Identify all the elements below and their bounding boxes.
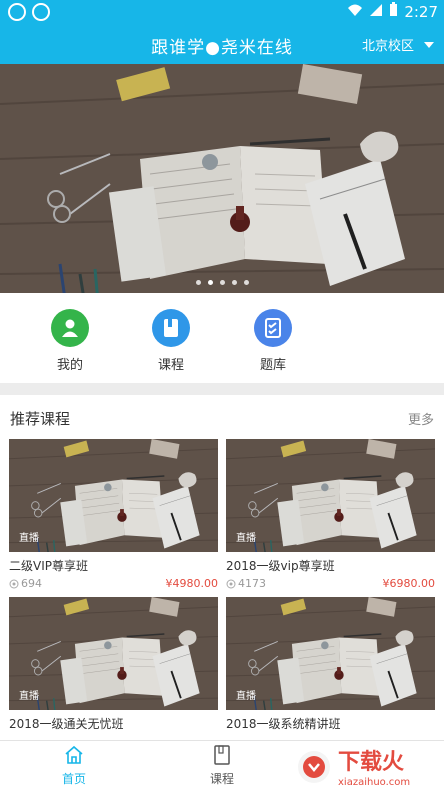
chevron-down-icon: [424, 41, 434, 48]
course-thumbnail: 直播: [226, 439, 435, 552]
eye-icon: [226, 579, 236, 588]
question-bank-icon: [254, 309, 292, 347]
live-badge: 直播: [236, 691, 256, 702]
course-name: 2018一级系统精讲班: [226, 717, 341, 731]
quick-item-course[interactable]: 课程: [131, 309, 211, 373]
carousel-dot[interactable]: [207, 280, 213, 285]
recommended-section: 推荐课程 更多 直播 二级VIP尊享班 694 ¥4980.00 直播 2018…: [0, 395, 444, 740]
home-icon: [65, 745, 83, 764]
course-card[interactable]: 直播 二级VIP尊享班 694 ¥4980.00: [9, 439, 218, 593]
status-bar: 2:27: [0, 0, 444, 24]
watermark-domain: xiazaihuo.com: [338, 777, 410, 788]
quick-item-label: 课程: [157, 358, 184, 373]
user-icon: [51, 309, 89, 347]
battery-icon: [389, 2, 398, 21]
course-thumbnail: 直播: [9, 597, 218, 710]
view-count: 4173: [226, 577, 266, 590]
view-count-value: 4173: [238, 577, 266, 590]
nav-label: 首页: [61, 772, 86, 786]
view-count-value: 694: [21, 577, 42, 590]
book-icon: [152, 309, 190, 347]
course-book-icon: [214, 745, 230, 765]
carousel-dot[interactable]: [195, 280, 201, 285]
course-card[interactable]: 直播 2018一级通关无忧班: [9, 597, 218, 732]
notification-icon: [32, 3, 50, 21]
quick-item-question-bank[interactable]: 题库: [233, 309, 313, 373]
live-badge: 直播: [236, 533, 256, 544]
carousel-dot[interactable]: [231, 280, 237, 285]
quick-item-label: 我的: [56, 358, 83, 373]
signal-icon: [369, 3, 383, 21]
course-price: ¥4980.00: [165, 577, 219, 590]
campus-label: 北京校区: [361, 39, 414, 54]
nav-course[interactable]: 课程: [187, 745, 257, 787]
course-name: 2018一级通关无忧班: [9, 717, 124, 731]
app-bar: 跟谁学●尧米在线 北京校区: [0, 24, 444, 64]
nav-label: 课程: [209, 772, 234, 786]
view-count: 694: [9, 577, 42, 590]
banner-carousel[interactable]: [0, 64, 444, 293]
quick-item-label: 题库: [259, 358, 286, 373]
course-thumbnail: 直播: [226, 597, 435, 710]
watermark-brand: 下载火: [338, 749, 404, 775]
status-system: 2:27: [347, 2, 438, 21]
more-link[interactable]: 更多: [408, 409, 434, 428]
live-badge: 直播: [19, 691, 39, 702]
carousel-dot[interactable]: [243, 280, 249, 285]
quick-menu: 我的 课程 题库: [0, 293, 444, 383]
section-title: 推荐课程: [10, 410, 71, 428]
status-time: 2:27: [404, 2, 438, 21]
bottom-nav: 首页 课程 下载火 xiazaihuo.com: [0, 740, 444, 790]
watermark-logo: 下载火 xiazaihuo.com: [290, 741, 440, 790]
status-notifications: [8, 3, 50, 21]
eye-icon: [9, 579, 19, 588]
campus-selector[interactable]: 北京校区: [362, 35, 434, 54]
live-badge: 直播: [19, 533, 39, 544]
course-name: 二级VIP尊享班: [9, 559, 88, 573]
banner-image: [0, 64, 444, 293]
course-card[interactable]: 直播 2018一级系统精讲班: [226, 597, 435, 732]
course-thumbnail: 直播: [9, 439, 218, 552]
course-name: 2018一级vip尊享班: [226, 559, 335, 573]
quick-item-mine[interactable]: 我的: [30, 309, 110, 373]
course-price: ¥6980.00: [382, 577, 436, 590]
carousel-dot[interactable]: [219, 280, 225, 285]
wifi-icon: [347, 3, 363, 21]
nav-home[interactable]: 首页: [39, 745, 109, 787]
course-card[interactable]: 直播 2018一级vip尊享班 4173 ¥6980.00: [226, 439, 435, 593]
notification-icon: [8, 3, 26, 21]
carousel-indicator: [0, 280, 444, 285]
